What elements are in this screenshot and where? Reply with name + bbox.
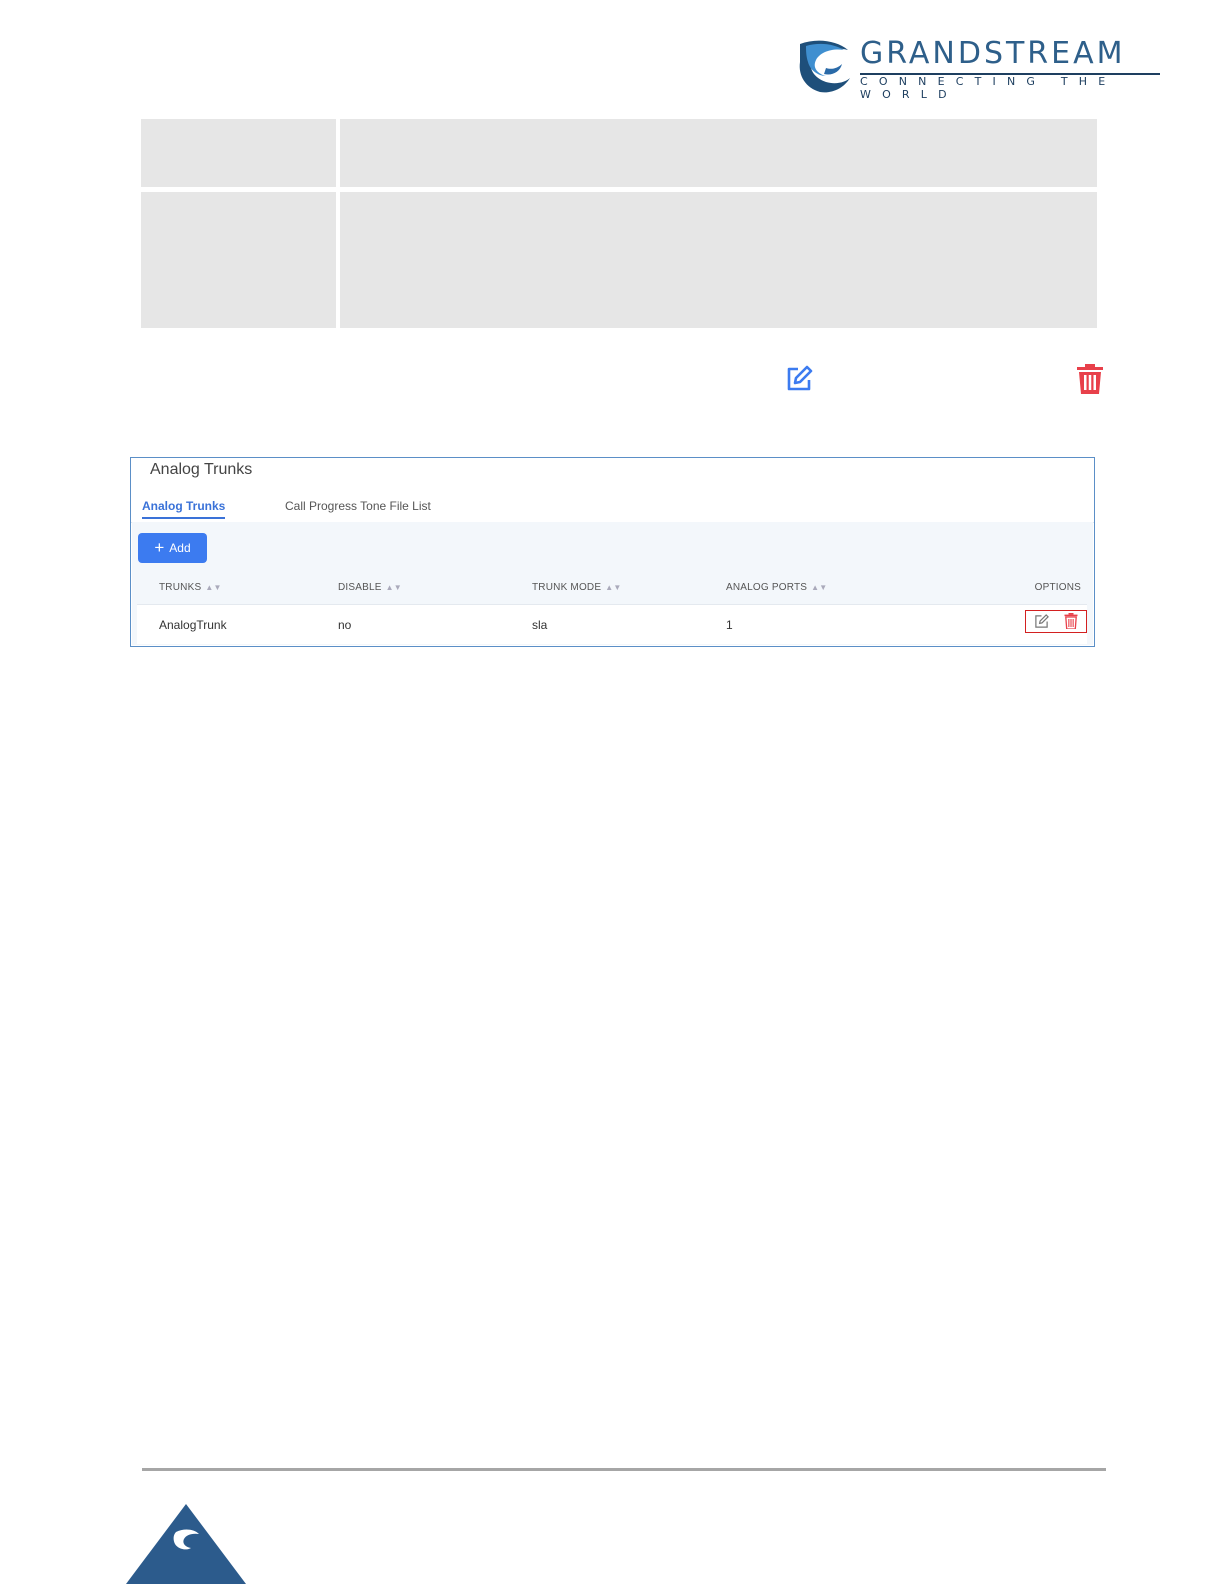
logo-tagline: CONNECTING THE WORLD (860, 75, 1117, 101)
options-highlight (1025, 610, 1087, 633)
column-header-label: OPTIONS (1034, 582, 1081, 593)
table-row (141, 119, 1097, 187)
column-header-options: OPTIONS (1035, 582, 1081, 593)
grandstream-swoosh-icon (799, 40, 850, 93)
tab-bar: Analog Trunks Call Progress Tone File Li… (131, 496, 1094, 523)
footer-logo-badge (126, 1504, 246, 1584)
trash-icon (1077, 364, 1103, 394)
edit-icon (787, 365, 813, 391)
sort-icon[interactable]: ▲▼ (811, 583, 827, 592)
sort-icon[interactable]: ▲▼ (205, 583, 221, 592)
column-header-disable[interactable]: DISABLE ▲▼ (338, 582, 402, 593)
cell-disable: no (338, 618, 352, 632)
table-row (141, 192, 1097, 328)
column-header-label: TRUNK MODE (532, 582, 602, 593)
panel-title: Analog Trunks (150, 461, 253, 478)
table-cell-description (340, 192, 1097, 328)
cell-analog-ports: 1 (726, 618, 733, 632)
sort-icon[interactable]: ▲▼ (605, 583, 621, 592)
sort-icon[interactable]: ▲▼ (386, 583, 402, 592)
footer-divider (142, 1468, 1106, 1471)
add-button-label: Add (169, 541, 191, 555)
column-header-trunk-mode[interactable]: TRUNK MODE ▲▼ (532, 582, 621, 593)
column-header-label: DISABLE (338, 582, 382, 593)
plus-icon: + (154, 537, 165, 557)
table-row: AnalogTrunk no sla 1 (137, 604, 1087, 644)
grandstream-logo: GRANDSTREAM CONNECTING THE WORLD (796, 36, 1166, 101)
parameter-table (141, 119, 1097, 333)
column-header-label: TRUNKS (159, 582, 202, 593)
trash-icon[interactable] (1064, 613, 1078, 629)
logo-wordmark: GRANDSTREAM (860, 36, 1126, 71)
table-cell-description (340, 119, 1097, 187)
column-header-label: ANALOG PORTS (726, 582, 808, 593)
column-header-analog-ports[interactable]: ANALOG PORTS ▲▼ (726, 582, 827, 593)
table-cell-label (141, 119, 336, 187)
analog-trunks-panel: Analog Trunks Analog Trunks Call Progres… (130, 457, 1095, 647)
tab-analog-trunks[interactable]: Analog Trunks (142, 499, 226, 519)
panel-content: + Add TRUNKS ▲▼ DISABLE ▲▼ TRUNK MODE ▲▼ AN… (132, 522, 1093, 645)
column-header-trunks[interactable]: TRUNKS ▲▼ (159, 582, 222, 593)
table-header: TRUNKS ▲▼ DISABLE ▲▼ TRUNK MODE ▲▼ ANALOG P… (132, 580, 1093, 602)
add-button[interactable]: + Add (138, 533, 207, 563)
edit-icon[interactable] (1034, 614, 1049, 629)
table-cell-label (141, 192, 336, 328)
cell-trunk-name: AnalogTrunk (159, 618, 227, 632)
tab-call-progress-tone-file-list[interactable]: Call Progress Tone File List (285, 499, 431, 513)
cell-trunk-mode: sla (532, 618, 548, 632)
